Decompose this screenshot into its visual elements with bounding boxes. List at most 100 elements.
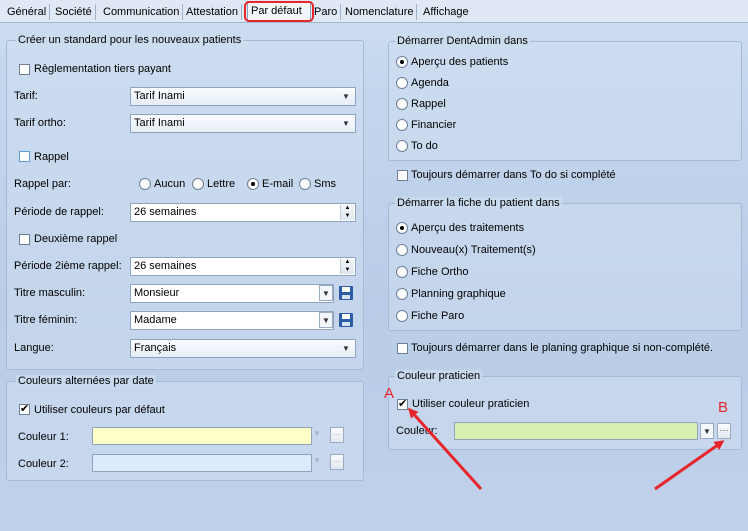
couleur1-label: Couleur 1: [18,431,69,443]
tab-bar: Général Société Communication Attestatio… [0,0,748,23]
start-group-title: Démarrer DentAdmin dans [395,35,530,47]
rappel-label: Rappel [34,151,69,163]
tarif-ortho-value: Tarif Inami [134,117,185,129]
todo-complete-label: Toujours démarrer dans To do si complété [411,169,616,181]
titre-feminin-select[interactable]: Madame [130,311,334,330]
rappel-sms-label: Sms [314,178,336,190]
titre-masculin-select[interactable]: Monsieur [130,284,334,303]
fiche-apercu-traitements-radio[interactable] [396,222,408,234]
periode2-label: Période 2ième rappel: [14,260,122,272]
annotation-label-a: A [384,385,395,402]
start-rappel-label: Rappel [411,98,446,110]
deuxieme-rappel-checkbox[interactable] [19,234,30,245]
tab-societe[interactable]: Société [52,4,96,20]
tab-nomenclature[interactable]: Nomenclature [342,4,418,20]
spin-up-icon[interactable]: ▲ [341,205,354,212]
rappel-lettre-radio[interactable] [192,178,204,190]
active-tab-highlight [244,1,314,22]
fiche-group-title: Démarrer la fiche du patient dans [395,197,562,209]
praticien-color-more-button[interactable]: ··· [717,423,731,439]
titre-masculin-label: Titre masculin: [14,287,86,299]
rappel-lettre-label: Lettre [207,178,236,190]
fiche-apercu-traitements-label: Aperçu des traitements [411,222,525,234]
periode2-value: 26 semaines [134,260,197,272]
chevron-down-icon: ▼ [342,92,350,101]
periode-spin-buttons[interactable]: ▲ ▼ [340,205,354,220]
tab-affichage[interactable]: Affichage [420,4,472,20]
periode2-spin-buttons[interactable]: ▲ ▼ [340,259,354,274]
tab-paro[interactable]: Paro [311,4,342,20]
fiche-ortho-radio[interactable] [396,266,408,278]
chevron-down-icon: ▼ [342,344,350,353]
tarif-label: Tarif: [14,90,38,102]
fiche-paro-radio[interactable] [396,310,408,322]
titre-feminin-label: Titre féminin: [14,314,78,326]
langue-label: Langue: [14,342,54,354]
start-todo-label: To do [411,140,438,152]
couleur1-more-button: ··· [330,427,344,443]
start-financier-label: Financier [411,119,457,131]
todo-complete-checkbox[interactable] [397,170,408,181]
titre-masculin-dropdown[interactable]: ▼ [319,285,333,301]
start-todo-radio[interactable] [396,140,408,152]
start-apercu-patients-label: Aperçu des patients [411,56,509,68]
couleur1-picker [92,427,312,445]
titre-feminin-dropdown[interactable]: ▼ [319,312,333,328]
chevron-down-icon: ▼ [342,119,350,128]
couleur1-dropdown-icon: ▼ [313,429,321,438]
tab-communication[interactable]: Communication [100,4,184,20]
use-praticien-color-label: Utiliser couleur praticien [412,398,530,410]
standard-group-title: Créer un standard pour les nouveaux pati… [16,34,244,46]
rappel-email-label: E-mail [262,178,294,190]
start-rappel-radio[interactable] [396,98,408,110]
praticien-color-dropdown[interactable]: ▼ [700,423,714,439]
tab-general[interactable]: Général [4,4,51,20]
start-agenda-label: Agenda [411,77,449,89]
langue-select[interactable]: Français ▼ [130,339,356,358]
couleur2-dropdown-icon: ▼ [313,456,321,465]
tarif-select[interactable]: Tarif Inami ▼ [130,87,356,106]
fiche-ortho-label: Fiche Ortho [411,266,469,278]
langue-value: Français [134,342,177,354]
spin-down-icon[interactable]: ▼ [341,213,354,220]
rappel-aucun-radio[interactable] [139,178,151,190]
fiche-nouveau-traitement-radio[interactable] [396,244,408,256]
save-icon[interactable] [338,312,354,328]
planning-noncomplete-label: Toujours démarrer dans le planing graphi… [411,342,714,354]
deuxieme-rappel-label: Deuxième rappel [34,233,118,245]
titre-feminin-value: Madame [134,314,177,326]
reglementation-label: Règlementation tiers payant [34,63,171,75]
fiche-planning-graphique-radio[interactable] [396,288,408,300]
use-default-colors-checkbox[interactable] [19,402,30,415]
annotation-label-b: B [718,399,729,416]
couleur2-more-button: ··· [330,454,344,470]
periode2-spinner[interactable]: 26 semaines ▲ ▼ [130,257,356,276]
use-praticien-color-checkbox[interactable] [397,397,408,410]
start-financier-radio[interactable] [396,119,408,131]
praticien-color-picker[interactable] [454,422,698,440]
planning-noncomplete-checkbox[interactable] [397,343,408,354]
rappel-checkbox[interactable] [19,151,30,162]
couleur2-picker [92,454,312,472]
colors-group-title: Couleurs alternées par date [16,375,156,387]
fiche-paro-label: Fiche Paro [411,310,465,322]
rappel-sms-radio[interactable] [299,178,311,190]
reglementation-checkbox[interactable] [19,64,30,75]
periode-spinner[interactable]: 26 semaines ▲ ▼ [130,203,356,222]
start-agenda-radio[interactable] [396,77,408,89]
use-default-colors-label: Utiliser couleurs par défaut [34,404,165,416]
praticien-couleur-label: Couleur: [396,425,438,437]
tarif-ortho-select[interactable]: Tarif Inami ▼ [130,114,356,133]
rappel-aucun-label: Aucun [154,178,186,190]
tarif-value: Tarif Inami [134,90,185,102]
tab-attestation[interactable]: Attestation [183,4,242,20]
start-apercu-patients-radio[interactable] [396,56,408,68]
periode-label: Période de rappel: [14,206,104,218]
spin-down-icon[interactable]: ▼ [341,267,354,274]
fiche-planning-graphique-label: Planning graphique [411,288,506,300]
tarif-ortho-label: Tarif ortho: [14,117,66,129]
titre-masculin-value: Monsieur [134,287,180,299]
save-icon[interactable] [338,285,354,301]
rappel-email-radio[interactable] [247,178,259,190]
spin-up-icon[interactable]: ▲ [341,259,354,266]
